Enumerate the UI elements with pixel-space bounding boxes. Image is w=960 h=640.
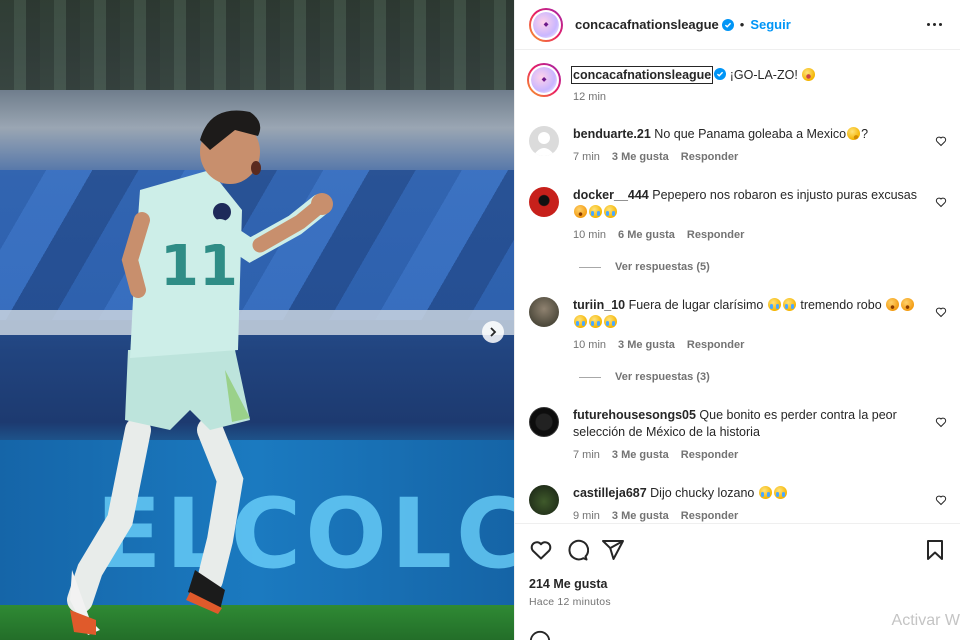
verified-badge-icon — [721, 18, 734, 31]
comment-avatar[interactable] — [529, 407, 559, 437]
view-replies-label: Ver respuestas (5) — [615, 261, 710, 273]
separator-dot: • — [739, 17, 745, 32]
action-icons — [529, 538, 947, 562]
post-caption: ◆ concacafnationsleague ¡GO-LA-ZO! 12 mi… — [527, 63, 947, 106]
bookmark-icon[interactable] — [923, 538, 947, 562]
comment-item: castilleja687 Dijo chucky lozano 9 min 3… — [529, 485, 947, 523]
angry-face-icon — [901, 298, 915, 311]
comment-avatar[interactable] — [529, 187, 559, 217]
account-avatar[interactable]: ◆ — [529, 7, 563, 42]
crying-face-icon — [589, 205, 602, 218]
comment-text: No que Panama goleaba a Mexico — [654, 127, 847, 141]
crying-face-icon — [773, 486, 787, 499]
comment-username[interactable]: turiin_10 — [573, 298, 625, 312]
heart-icon[interactable] — [935, 306, 947, 318]
post-header: ◆ concacafnationsleague • Seguir — [515, 0, 960, 50]
comment-text-2: tremendo robo — [800, 298, 882, 312]
concacaf-logo-icon: ◆ — [533, 11, 559, 38]
comment-time: 9 min — [573, 510, 600, 522]
comments-list[interactable]: ◆ concacafnationsleague ¡GO-LA-ZO! 12 mi… — [515, 51, 960, 523]
comment-avatar[interactable] — [529, 485, 559, 515]
comment-bubble-icon[interactable] — [565, 538, 589, 562]
crying-face-icon — [767, 298, 781, 311]
like-heart-icon[interactable] — [529, 538, 553, 562]
crying-face-icon — [604, 315, 617, 328]
post-actions: 214 Me gusta Hace 12 minutos — [515, 523, 960, 608]
comment-time: 7 min — [573, 449, 600, 461]
chevron-right-icon — [490, 327, 497, 337]
stadium-crowd — [0, 0, 514, 90]
reply-button[interactable]: Responder — [681, 447, 738, 464]
reply-button[interactable]: Responder — [687, 227, 744, 244]
comment-username[interactable]: benduarte.21 — [573, 127, 651, 141]
comment-likes[interactable]: 3 Me gusta — [618, 337, 675, 354]
frowning-face-icon — [886, 298, 900, 311]
concacaf-logo-icon: ◆ — [531, 67, 557, 93]
comment-likes[interactable]: 3 Me gusta — [612, 447, 669, 464]
share-send-icon[interactable] — [601, 538, 625, 562]
caption-time: 12 min — [573, 91, 607, 103]
view-replies-button[interactable]: Ver respuestas (3) — [579, 371, 710, 383]
heart-icon[interactable] — [935, 135, 947, 147]
caption-text: ¡GO-LA-ZO! — [729, 68, 798, 82]
comment-item: turiin_10 Fuera de lugar clarísimo treme… — [529, 297, 947, 354]
follow-button[interactable]: Seguir — [750, 17, 790, 32]
carousel-next-button[interactable] — [482, 321, 504, 343]
view-replies-button[interactable]: Ver respuestas (5) — [579, 261, 710, 273]
crying-face-icon — [604, 205, 617, 218]
crying-face-icon — [782, 298, 796, 311]
replies-divider — [579, 266, 601, 268]
astonished-face-icon — [802, 68, 816, 81]
comment-text: Fuera de lugar clarísimo — [628, 298, 764, 312]
caption-username[interactable]: concacafnationsleague — [570, 66, 714, 84]
instagram-post-view: ELCOLC 11 ◆ concacafnationsleague • Segu… — [0, 0, 960, 640]
post-side-panel: ◆ concacafnationsleague • Seguir ◆ conca… — [514, 0, 960, 640]
frowning-face-icon — [574, 205, 587, 218]
comment-likes[interactable]: 3 Me gusta — [612, 149, 669, 166]
comment-username[interactable]: futurehousesongs05 — [573, 408, 696, 422]
reply-button[interactable]: Responder — [687, 337, 744, 354]
post-timestamp: Hace 12 minutos — [529, 596, 611, 608]
comment-time: 7 min — [573, 151, 600, 163]
replies-divider — [579, 376, 601, 378]
comment-item: docker__444 Pepepero nos robaron es inju… — [529, 187, 947, 244]
comment-username[interactable]: docker__444 — [573, 188, 649, 202]
comment-text: Dijo chucky lozano — [650, 486, 755, 500]
heart-icon[interactable] — [935, 494, 947, 506]
comment-item: futurehousesongs05 Que bonito es perder … — [529, 407, 947, 464]
celebrating-player: 11 — [67, 110, 333, 635]
account-username[interactable]: concacafnationsleague — [575, 17, 719, 32]
heart-icon[interactable] — [935, 416, 947, 428]
crying-face-icon — [589, 315, 602, 328]
more-options-icon[interactable] — [923, 19, 946, 30]
post-photo[interactable]: ELCOLC 11 — [0, 0, 514, 640]
comment-likes[interactable]: 6 Me gusta — [618, 227, 675, 244]
reply-button[interactable]: Responder — [681, 149, 738, 166]
comment-likes[interactable]: 3 Me gusta — [612, 508, 669, 523]
comment-avatar[interactable] — [529, 297, 559, 327]
windows-activation-watermark: Activar W — [891, 612, 960, 629]
reply-button[interactable]: Responder — [681, 508, 738, 523]
comment-text-suffix: ? — [861, 127, 869, 141]
view-replies-label: Ver respuestas (3) — [615, 371, 710, 383]
verified-badge-icon — [714, 68, 727, 80]
caption-avatar[interactable]: ◆ — [527, 63, 561, 97]
crying-face-icon — [574, 315, 587, 328]
comment-text: Pepepero nos robaron es injusto puras ex… — [652, 188, 917, 202]
comment-time: 10 min — [573, 339, 607, 351]
comment-item: benduarte.21 No que Panama goleaba a Mex… — [529, 126, 947, 166]
default-avatar-icon — [533, 132, 555, 156]
comment-avatar[interactable] — [529, 126, 559, 156]
crying-face-icon — [758, 486, 772, 499]
comment-time: 10 min — [573, 229, 607, 241]
heart-icon[interactable] — [935, 196, 947, 208]
emoji-picker-icon[interactable] — [529, 630, 551, 640]
comment-username[interactable]: castilleja687 — [573, 486, 647, 500]
thinking-face-icon — [847, 127, 861, 140]
likes-count[interactable]: 214 Me gusta — [529, 577, 947, 591]
